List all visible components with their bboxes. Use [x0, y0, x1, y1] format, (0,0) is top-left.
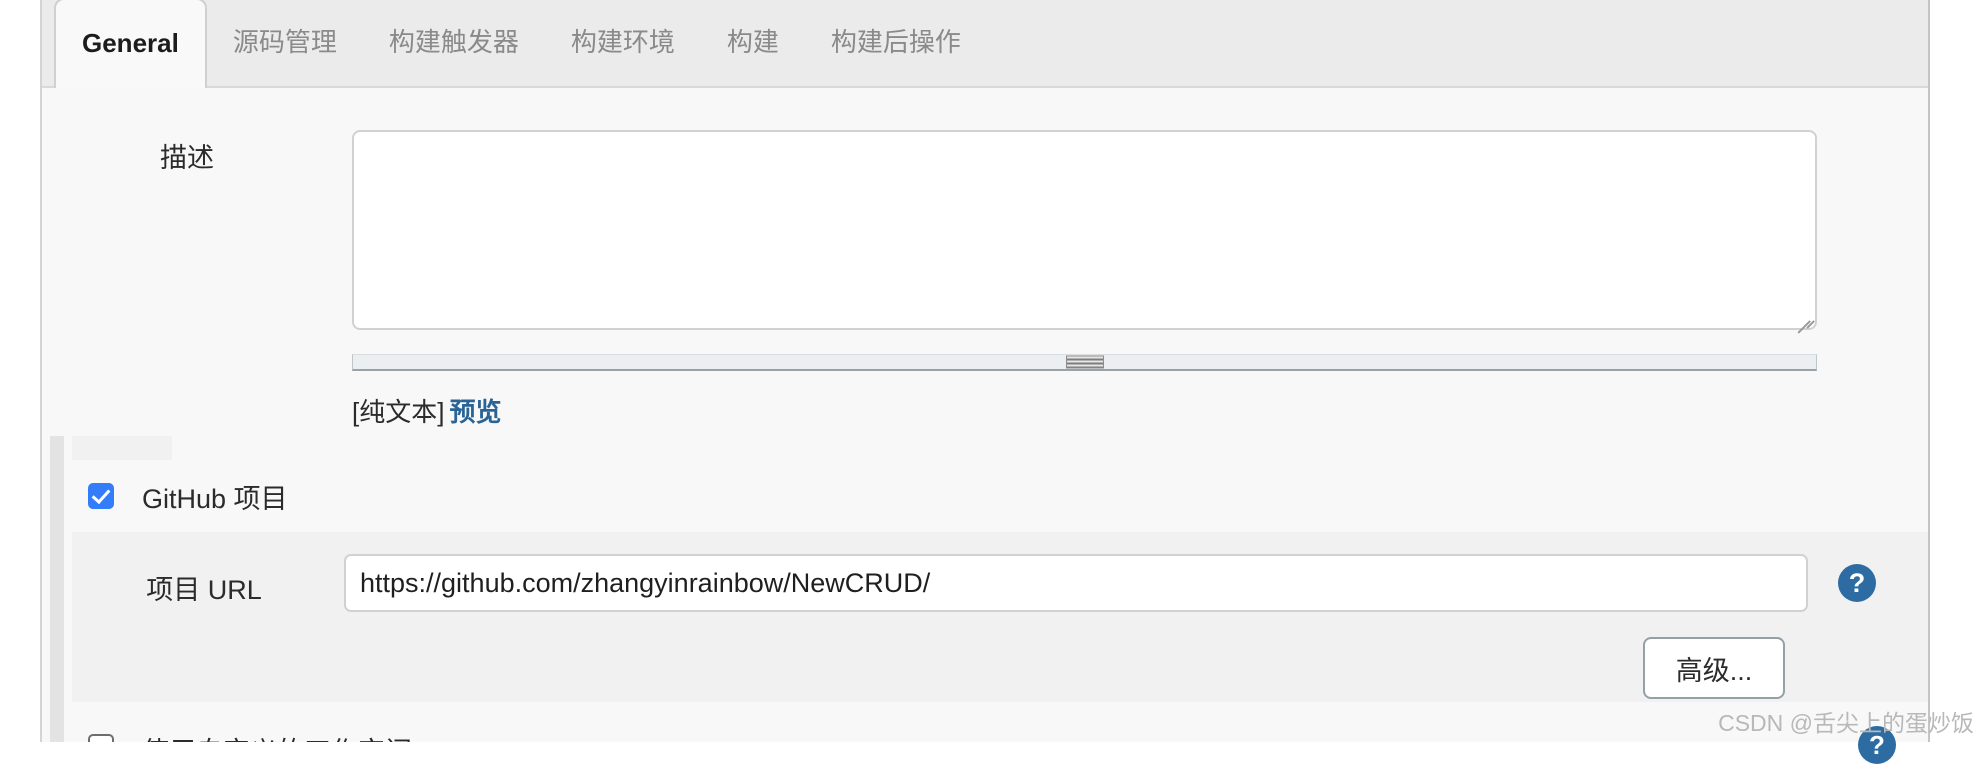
- description-field-area: [纯文本] 预览: [352, 130, 1817, 429]
- github-project-checkbox[interactable]: [88, 483, 114, 509]
- tab-build-environment-label: 构建环境: [570, 27, 675, 57]
- github-project-checkbox-row[interactable]: GitHub 项目: [72, 460, 1928, 532]
- tab-build-triggers-label: 构建触发器: [388, 27, 519, 57]
- tab-build-environment[interactable]: 构建环境: [545, 0, 701, 86]
- block-indent-bar: [50, 436, 64, 742]
- tab-source-management-label: 源码管理: [232, 27, 337, 57]
- description-label: 描述: [160, 143, 214, 173]
- tab-build-label: 构建: [726, 27, 779, 57]
- splitter-handle-icon[interactable]: [1065, 355, 1104, 369]
- jenkins-job-config-screen: General 源码管理 构建触发器 构建环境 构建 构建后操作 描述 [纯文本…: [0, 0, 1982, 764]
- custom-workspace-row[interactable]: 使用自定义的工作空间: [72, 702, 1928, 742]
- custom-workspace-label[interactable]: 使用自定义的工作空间: [142, 730, 412, 743]
- watermark-badge-icon: ?: [1858, 726, 1896, 764]
- description-preview-link[interactable]: 预览: [449, 397, 501, 427]
- block-cap: [72, 436, 172, 460]
- custom-workspace-checkbox[interactable]: [88, 734, 114, 742]
- description-format-note: [纯文本]: [352, 397, 445, 427]
- github-project-block: GitHub 项目 项目 URL ? 高级... 使用自定义的工作空间: [50, 436, 1928, 742]
- tab-build[interactable]: 构建: [701, 0, 805, 86]
- tab-post-build-actions-label: 构建后操作: [830, 27, 961, 57]
- github-project-checkbox-label[interactable]: GitHub 项目: [142, 477, 288, 516]
- description-splitter[interactable]: [352, 354, 1817, 371]
- advanced-button[interactable]: 高级...: [1643, 637, 1785, 699]
- project-url-input[interactable]: [344, 554, 1808, 612]
- help-icon[interactable]: ?: [1838, 564, 1876, 602]
- resize-grip-icon[interactable]: [1790, 304, 1815, 333]
- description-textarea[interactable]: [354, 132, 1815, 328]
- description-textarea-wrapper: [352, 130, 1817, 333]
- description-row: 描述 [纯文本] 预览: [42, 88, 1928, 436]
- tab-source-management[interactable]: 源码管理: [207, 0, 363, 86]
- tab-post-build-actions[interactable]: 构建后操作: [805, 0, 987, 86]
- tab-build-triggers[interactable]: 构建触发器: [363, 0, 545, 86]
- description-format-row: [纯文本] 预览: [352, 392, 1817, 429]
- github-project-url-row: 项目 URL ? 高级...: [72, 532, 1928, 702]
- tab-general-label: General: [82, 28, 179, 58]
- project-url-label: 项目 URL: [146, 575, 262, 605]
- config-tab-bar: General 源码管理 构建触发器 构建环境 构建 构建后操作: [42, 0, 1928, 88]
- tab-general[interactable]: General: [54, 0, 207, 88]
- config-form-body: 描述 [纯文本] 预览 GitHub 项目 项目 URL https://git…: [42, 88, 1928, 742]
- config-panel: General 源码管理 构建触发器 构建环境 构建 构建后操作 描述 [纯文本…: [40, 0, 1930, 742]
